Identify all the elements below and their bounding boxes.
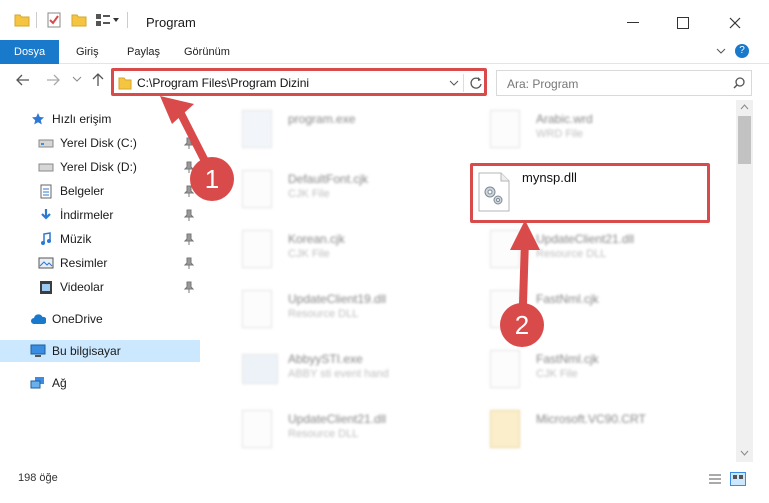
- scroll-up-icon[interactable]: [740, 104, 749, 110]
- details-view-icon[interactable]: [708, 473, 722, 485]
- item-count: 198 öğe: [18, 472, 58, 484]
- annotation-arrows: [160, 96, 540, 308]
- scroll-thumb[interactable]: [738, 116, 751, 164]
- step-badge-1: 1: [190, 157, 234, 201]
- status-bar: 198 öğe: [0, 468, 769, 490]
- scroll-down-icon[interactable]: [740, 450, 749, 456]
- step-badge-2: 2: [500, 303, 544, 347]
- large-icons-view-icon[interactable]: [730, 472, 746, 486]
- vertical-scrollbar[interactable]: [736, 100, 753, 462]
